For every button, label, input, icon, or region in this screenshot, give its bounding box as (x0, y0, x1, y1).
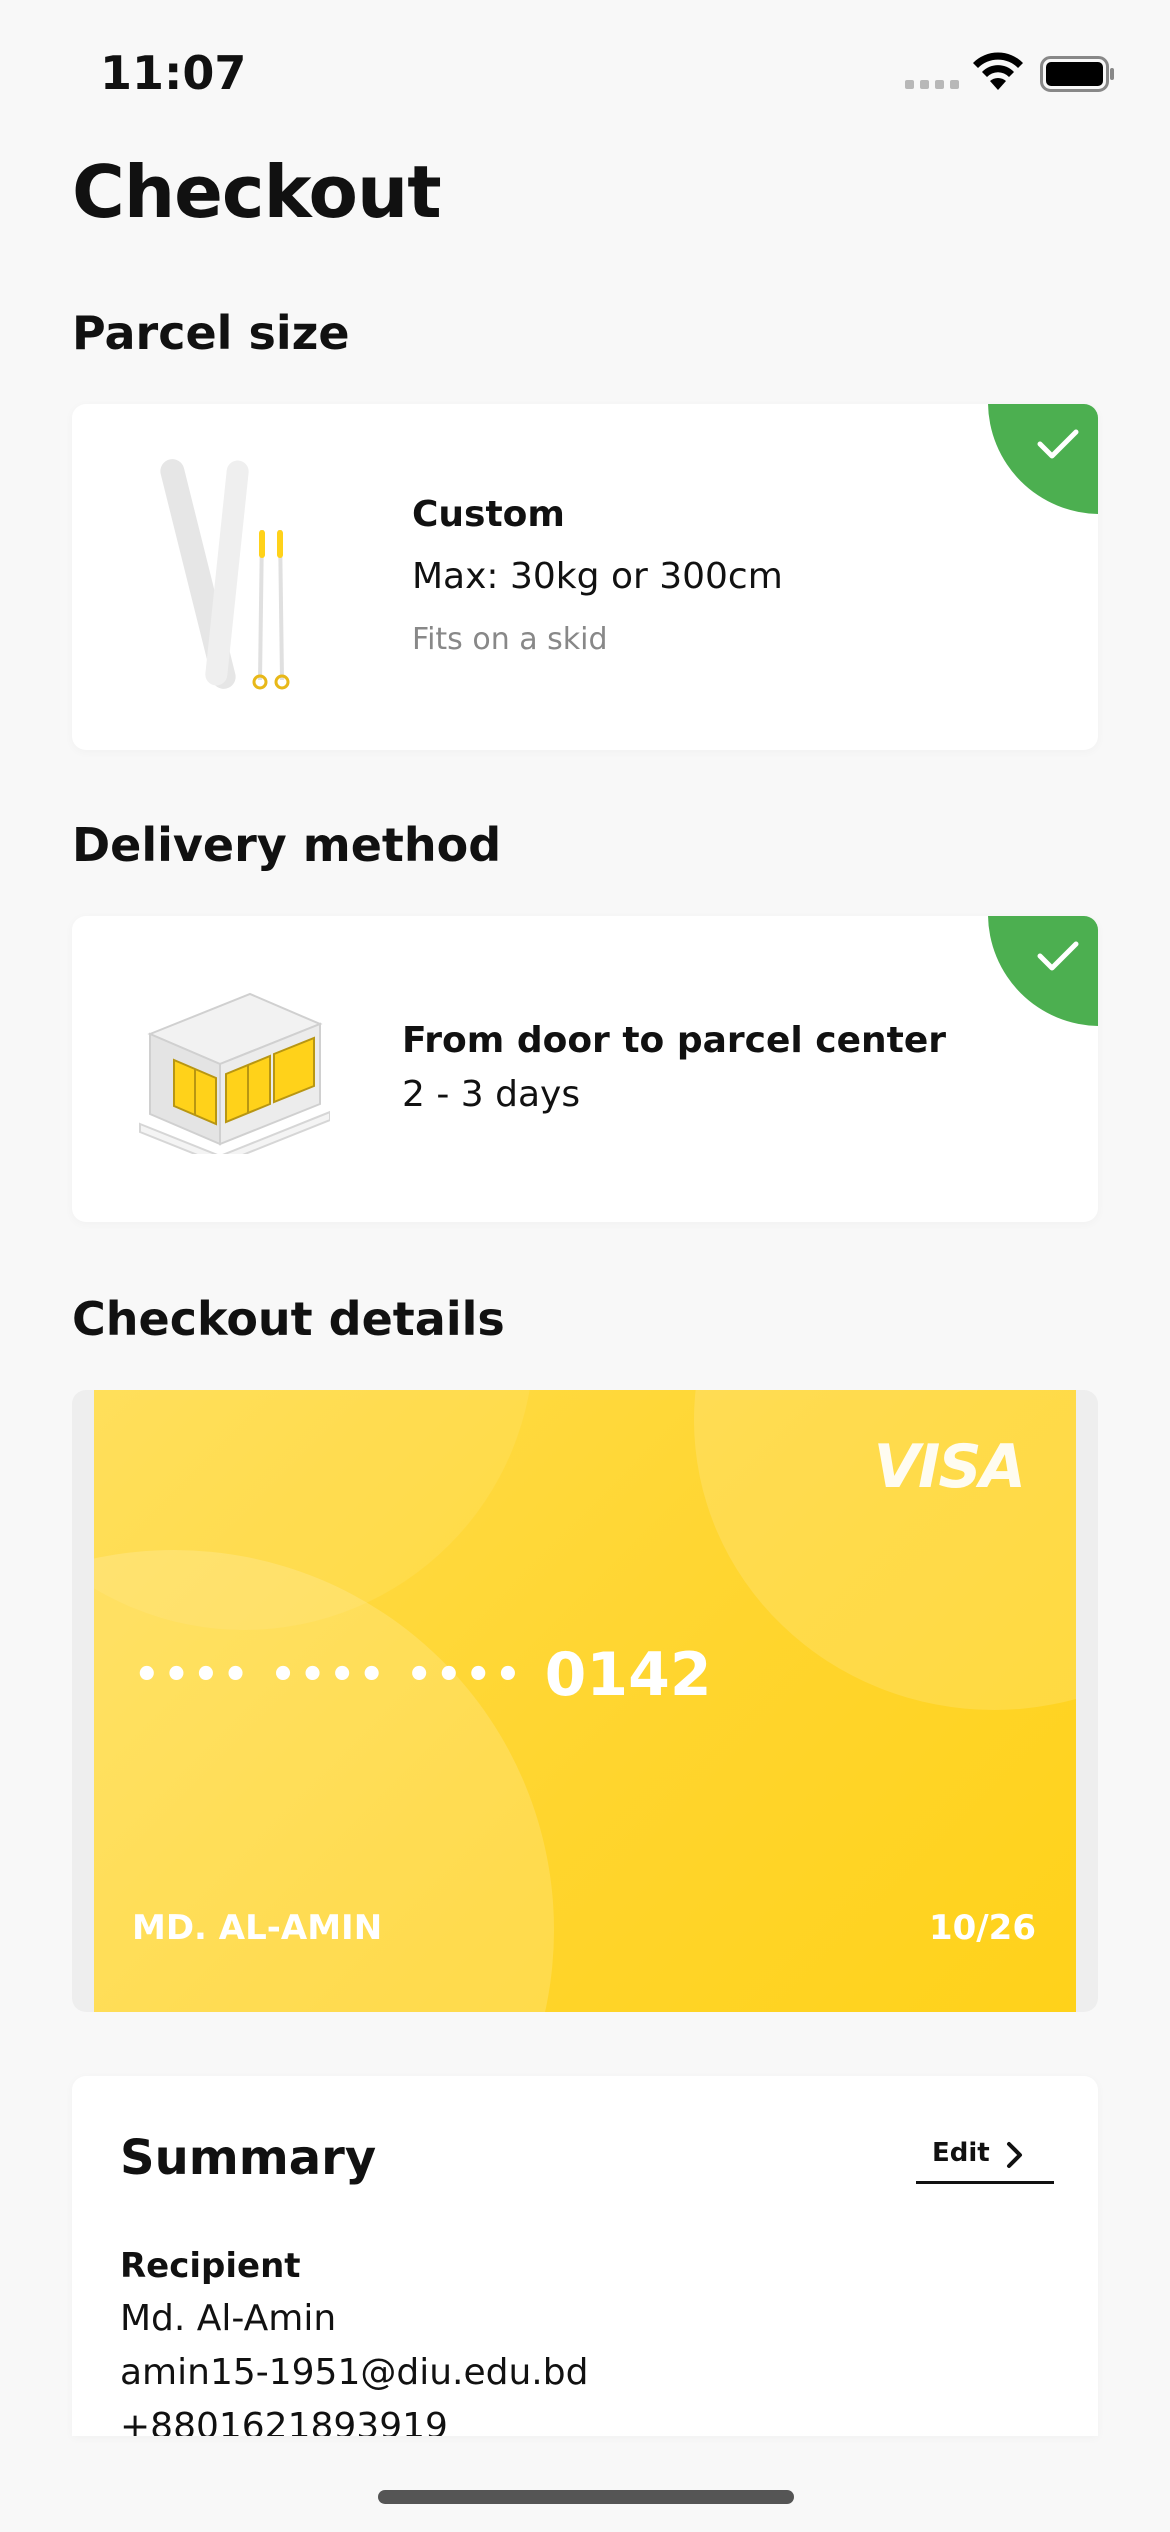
recipient-label: Recipient (120, 2246, 301, 2286)
checkout-screen: 11:07 Checkout Parcel size Custom Max: 3… (0, 0, 1170, 2532)
delivery-name: From door to parcel center (402, 1020, 947, 1061)
payment-card-carousel[interactable]: VISA •••• •••• •••• 0142 MD. AL-AMIN 10/… (72, 1390, 1098, 2012)
visa-logo: VISA (873, 1432, 1026, 1502)
delivery-duration: 2 - 3 days (402, 1074, 581, 1115)
card-last4: 0142 (544, 1640, 712, 1710)
card-number: •••• •••• •••• 0142 (134, 1640, 712, 1710)
card-holder-name: MD. AL-AMIN (132, 1908, 383, 1948)
recipient-name: Md. Al-Amin (120, 2298, 337, 2339)
check-icon (1037, 429, 1079, 459)
parcel-size-heading: Parcel size (72, 306, 350, 360)
parcel-max: Max: 30kg or 300cm (412, 556, 783, 597)
parcel-size-card[interactable]: Custom Max: 30kg or 300cm Fits on a skid (72, 404, 1098, 750)
signal-icon (905, 80, 959, 89)
wifi-icon (973, 52, 1023, 90)
home-indicator[interactable] (378, 2490, 794, 2504)
card-expiry: 10/26 (928, 1908, 1036, 1948)
parcel-name: Custom (412, 494, 565, 535)
chevron-right-icon (1007, 2142, 1022, 2168)
checkout-details-heading: Checkout details (72, 1292, 505, 1346)
parcel-note: Fits on a skid (412, 622, 608, 657)
summary-title: Summary (120, 2130, 377, 2186)
edit-label: Edit (932, 2138, 990, 2168)
page-title: Checkout (72, 150, 442, 234)
delivery-method-card[interactable]: From door to parcel center 2 - 3 days (72, 916, 1098, 1222)
check-icon (1037, 941, 1079, 971)
status-time: 11:07 (100, 46, 247, 100)
parcel-locker-image (139, 992, 330, 1154)
payment-card[interactable]: VISA •••• •••• •••• 0142 MD. AL-AMIN 10/… (94, 1390, 1076, 2012)
summary-card: Summary Edit Recipient Md. Al-Amin amin1… (72, 2076, 1098, 2436)
battery-icon (1040, 56, 1114, 92)
card-masked-digits: •••• •••• •••• (134, 1652, 525, 1698)
delivery-method-heading: Delivery method (72, 818, 502, 872)
edit-button[interactable]: Edit (916, 2138, 1054, 2184)
selected-badge (988, 916, 1098, 1026)
recipient-phone: +8801621893919 (120, 2406, 448, 2436)
status-bar: 11:07 (0, 0, 1170, 150)
selected-badge (988, 404, 1098, 514)
skis-image (160, 459, 290, 690)
recipient-email: amin15-1951@diu.edu.bd (120, 2352, 589, 2393)
